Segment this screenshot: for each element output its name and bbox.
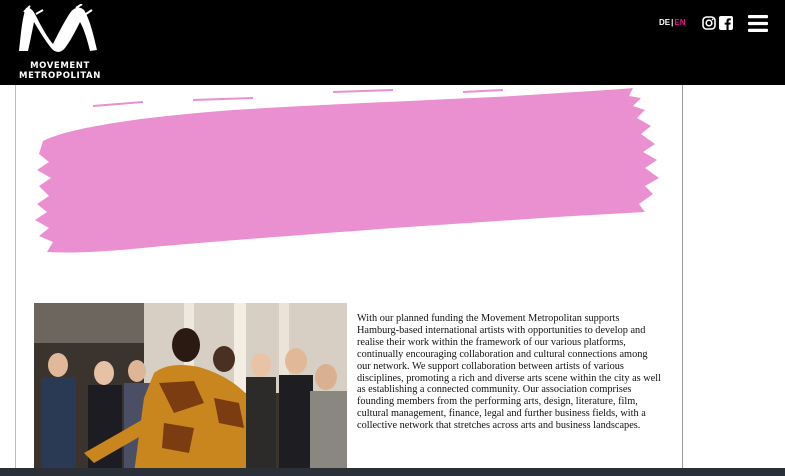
facebook-icon[interactable] <box>719 16 733 35</box>
content-frame-left-border <box>15 85 16 476</box>
about-paragraph: With our planned funding the Movement Me… <box>357 313 661 432</box>
logo-text-line1: MOVEMENT <box>30 61 90 71</box>
hamburger-menu-icon[interactable] <box>748 15 768 37</box>
logo-text-line2: METROPOLITAN <box>19 71 101 81</box>
movement-metropolitan-logo[interactable]: MOVEMENT METROPOLITAN <box>12 4 108 82</box>
site-header: MOVEMENT METROPOLITAN DE|EN <box>0 0 785 85</box>
language-switcher: DE|EN <box>659 18 686 27</box>
language-de-link[interactable]: DE <box>659 18 670 27</box>
language-en-link[interactable]: EN <box>674 18 685 27</box>
instagram-icon[interactable] <box>702 16 716 35</box>
bottom-edge-bar <box>0 468 785 476</box>
pink-brush-stroke-banner <box>33 86 665 261</box>
m-brush-logo-icon <box>19 4 97 52</box>
content-frame-right-border <box>682 85 683 476</box>
event-photo <box>34 303 347 473</box>
